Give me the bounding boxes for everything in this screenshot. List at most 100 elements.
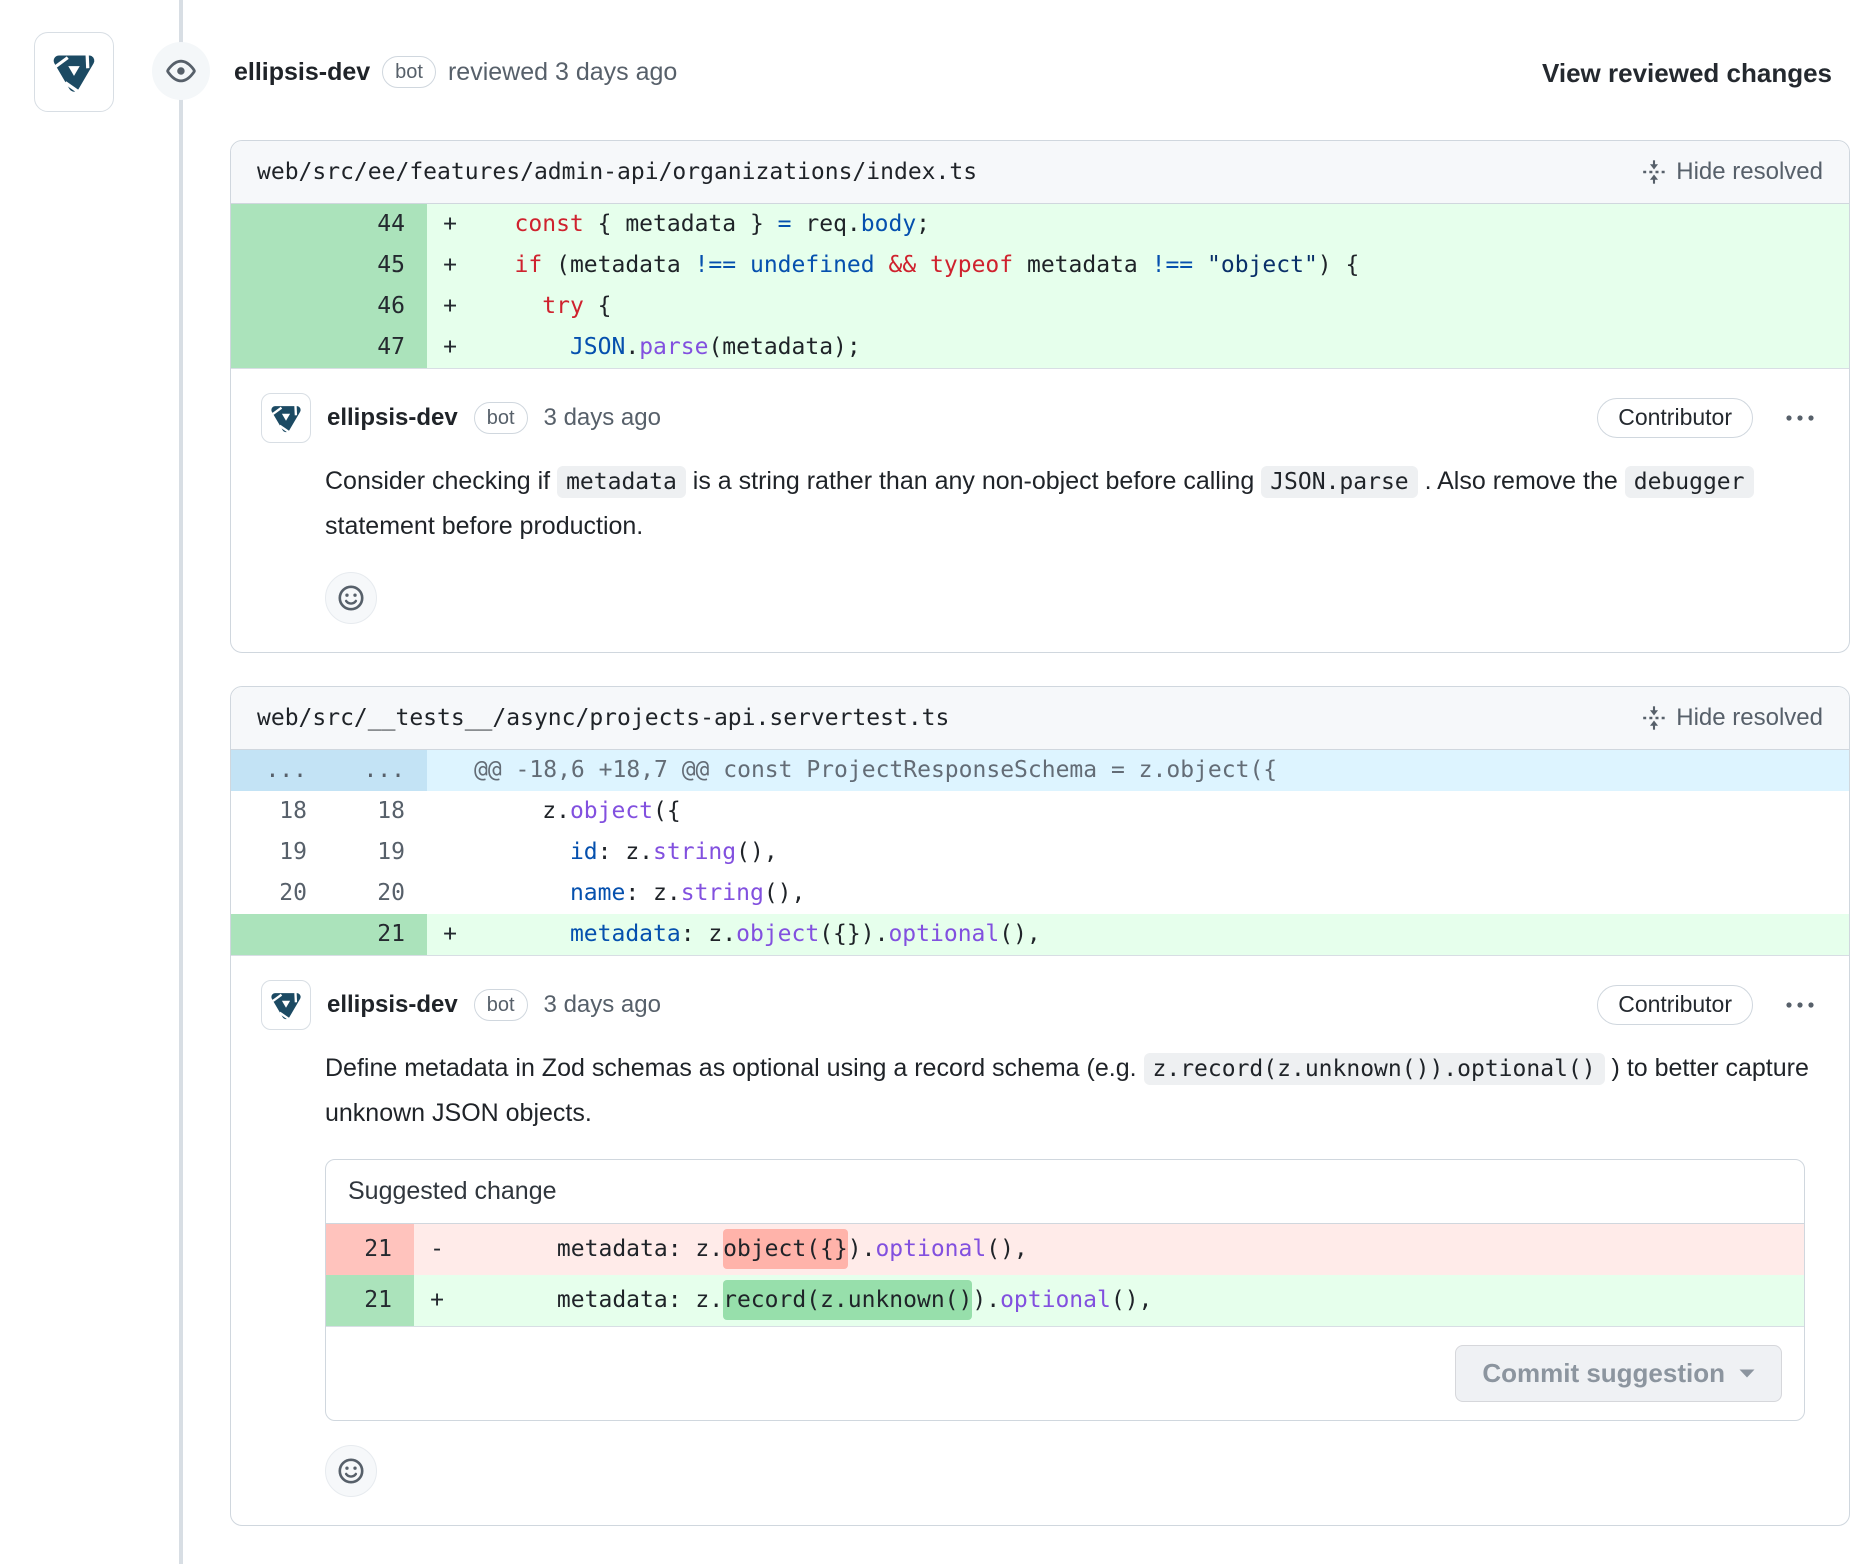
comment-header: ellipsis-dev bot 3 days ago Contributor	[261, 393, 1819, 443]
comment-avatar[interactable]	[261, 980, 311, 1030]
line-number: 20	[231, 873, 329, 914]
comment-paragraph: Define metadata in Zod schemas as option…	[325, 1046, 1815, 1135]
comment-header: ellipsis-dev bot 3 days ago Contributor	[261, 980, 1819, 1030]
reaction-button[interactable]	[325, 1445, 377, 1497]
line-number: 21	[326, 1224, 414, 1275]
file-path[interactable]: web/src/__tests__/async/projects-api.ser…	[257, 705, 949, 731]
diff-sign: +	[427, 204, 473, 245]
inline-code: metadata	[557, 466, 686, 498]
diff-row-add: 21+ metadata: z.object({}).optional(),	[231, 914, 1849, 955]
suggestion-footer: Commit suggestion	[326, 1327, 1804, 1420]
diff-row-add: 46+ try {	[231, 286, 1849, 327]
kebab-menu-button[interactable]	[1781, 409, 1819, 427]
reaction-button[interactable]	[325, 572, 377, 624]
ellipsis-logo-icon	[268, 400, 304, 436]
comment-text: . Also remove the	[1418, 467, 1625, 495]
diff-sign	[427, 832, 473, 873]
code-cell: - metadata: z.object({}).optional(),	[414, 1224, 1804, 1275]
file-header: web/src/ee/features/admin-api/organizati…	[231, 141, 1849, 204]
line-number: 19	[231, 832, 329, 873]
suggestion-diff: 21- metadata: z.object({}).optional(),21…	[326, 1224, 1804, 1327]
code-cell: @@ -18,6 +18,7 @@ const ProjectResponseS…	[427, 750, 1849, 791]
diff-row-ctx: 1818 z.object({	[231, 791, 1849, 832]
code-cell: name: z.string(),	[427, 873, 1849, 914]
kebab-menu-button[interactable]	[1781, 996, 1819, 1014]
hide-resolved-label: Hide resolved	[1676, 158, 1823, 186]
file-path[interactable]: web/src/ee/features/admin-api/organizati…	[257, 159, 977, 185]
line-number: 19	[329, 832, 427, 873]
inline-code: z.record(z.unknown()).optional()	[1144, 1053, 1605, 1085]
diff-row-ctx: 2020 name: z.string(),	[231, 873, 1849, 914]
line-number	[231, 914, 329, 955]
diff-sign: -	[414, 1224, 460, 1275]
code-cell: + const { metadata } = req.body;	[427, 204, 1849, 245]
diff-row-add: 45+ if (metadata !== undefined && typeof…	[231, 245, 1849, 286]
reviewer-avatar[interactable]	[34, 32, 114, 112]
comment-body: Consider checking if metadata is a strin…	[325, 459, 1815, 548]
diff-row-add: 44+ const { metadata } = req.body;	[231, 204, 1849, 245]
comment-avatar[interactable]	[261, 393, 311, 443]
diff-row-add: 21+ metadata: z.record(z.unknown()).opti…	[326, 1275, 1804, 1326]
suggestion-box: Suggested change 21- metadata: z.object(…	[325, 1159, 1805, 1421]
diff-row-hunk: ......@@ -18,6 +18,7 @@ const ProjectRes…	[231, 750, 1849, 791]
inline-code: JSON.parse	[1261, 466, 1417, 498]
diff-table: 44+ const { metadata } = req.body;45+ if…	[231, 204, 1849, 369]
suggestion-title: Suggested change	[326, 1160, 1804, 1224]
comment-author[interactable]: ellipsis-dev	[327, 991, 458, 1019]
eye-icon	[166, 56, 196, 86]
line-number: 20	[329, 873, 427, 914]
comment-time[interactable]: 3 days ago	[544, 991, 661, 1019]
diff-sign: +	[427, 286, 473, 327]
line-number	[231, 204, 329, 245]
code-cell: id: z.string(),	[427, 832, 1849, 873]
commit-suggestion-button[interactable]: Commit suggestion	[1455, 1345, 1782, 1402]
kebab-icon	[1785, 1000, 1815, 1010]
line-number	[231, 245, 329, 286]
hide-resolved-button[interactable]: Hide resolved	[1642, 158, 1823, 186]
diff-row-del: 21- metadata: z.object({}).optional(),	[326, 1224, 1804, 1275]
diff-sign: +	[414, 1275, 460, 1326]
comment-text: statement before production.	[325, 512, 643, 540]
code-cell: + metadata: z.object({}).optional(),	[427, 914, 1849, 955]
line-number: 21	[329, 914, 427, 955]
contributor-badge: Contributor	[1597, 985, 1753, 1024]
comment-bot-badge: bot	[474, 402, 528, 434]
fold-icon	[1642, 706, 1666, 730]
line-number: ...	[329, 750, 427, 791]
ellipsis-logo-icon	[268, 987, 304, 1023]
line-number: 18	[231, 791, 329, 832]
comment-author[interactable]: ellipsis-dev	[327, 404, 458, 432]
diff-table: ......@@ -18,6 +18,7 @@ const ProjectRes…	[231, 750, 1849, 956]
smiley-icon	[337, 584, 365, 612]
diff-sign: +	[427, 327, 473, 368]
comment-text: Consider checking if	[325, 467, 557, 495]
line-number	[231, 327, 329, 368]
diff-row-ctx: 1919 id: z.string(),	[231, 832, 1849, 873]
review-comment: ellipsis-dev bot 3 days ago Contributor …	[231, 369, 1849, 652]
review-header: ellipsis-dev bot reviewed 3 days ago	[234, 56, 677, 88]
review-comment: ellipsis-dev bot 3 days ago Contributor …	[231, 956, 1849, 1525]
view-reviewed-changes-link[interactable]: View reviewed changes	[1542, 58, 1832, 89]
review-badge	[152, 42, 210, 100]
code-cell: + try {	[427, 286, 1849, 327]
line-number	[231, 286, 329, 327]
file-header: web/src/__tests__/async/projects-api.ser…	[231, 687, 1849, 750]
diff-sign: +	[427, 245, 473, 286]
comment-time[interactable]: 3 days ago	[544, 404, 661, 432]
reviewer-name[interactable]: ellipsis-dev	[234, 58, 370, 87]
hide-resolved-label: Hide resolved	[1676, 704, 1823, 732]
code-cell: + JSON.parse(metadata);	[427, 327, 1849, 368]
code-cell: z.object({	[427, 791, 1849, 832]
smiley-icon	[337, 1457, 365, 1485]
comment-body: Define metadata in Zod schemas as option…	[325, 1046, 1815, 1135]
comment-paragraph: Consider checking if metadata is a strin…	[325, 459, 1815, 548]
diff-sign	[427, 791, 473, 832]
line-number: 21	[326, 1275, 414, 1326]
review-thread-card: web/src/__tests__/async/projects-api.ser…	[230, 686, 1850, 1526]
ellipsis-logo-icon	[49, 47, 99, 97]
kebab-icon	[1785, 413, 1815, 423]
diff-sign	[427, 873, 473, 914]
fold-icon	[1642, 160, 1666, 184]
bot-badge: bot	[382, 56, 436, 88]
hide-resolved-button[interactable]: Hide resolved	[1642, 704, 1823, 732]
